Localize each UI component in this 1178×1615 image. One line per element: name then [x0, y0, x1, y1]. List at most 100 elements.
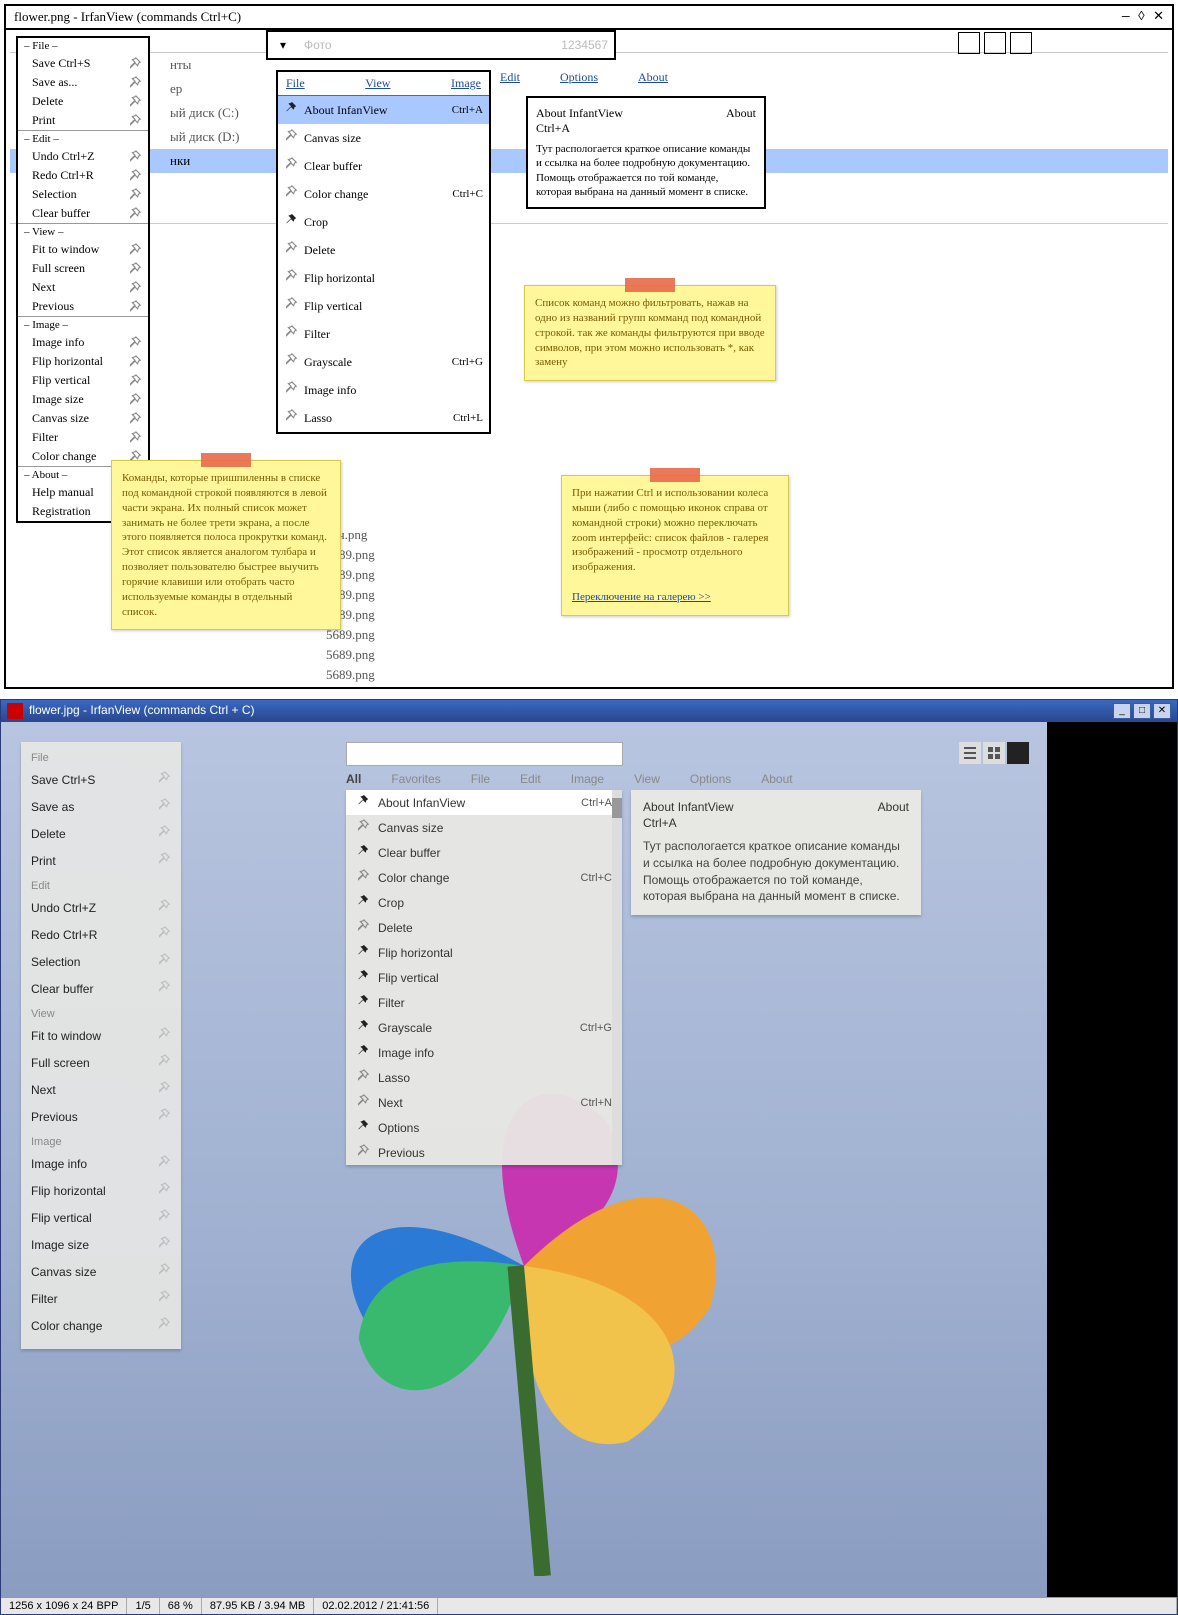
pin-icon[interactable] [157, 771, 171, 788]
command-item[interactable]: Image info [346, 1040, 622, 1065]
sidebar-item[interactable]: Flip horizontal [18, 352, 148, 371]
pin-icon[interactable] [128, 57, 142, 71]
pin-icon[interactable] [356, 844, 370, 861]
sidebar-item[interactable]: Delete [18, 92, 148, 111]
pin-icon[interactable] [157, 980, 171, 997]
pin-icon[interactable] [128, 262, 142, 276]
view-grid-icon[interactable] [983, 742, 1005, 764]
pin-icon[interactable] [284, 381, 298, 399]
command-item[interactable]: Flip horizontal [346, 940, 622, 965]
pin-icon[interactable] [284, 297, 298, 315]
sidebar-item[interactable]: Canvas size [18, 409, 148, 428]
pin-icon[interactable] [128, 412, 142, 426]
sidebar-item[interactable]: Save as [21, 793, 181, 820]
mock-view-mode-icons[interactable] [958, 32, 1032, 54]
sidebar-item[interactable]: Clear buffer [21, 975, 181, 1002]
tab[interactable]: Favorites [391, 772, 440, 786]
pin-icon[interactable] [128, 95, 142, 109]
tab[interactable]: Image [571, 772, 604, 786]
command-item[interactable]: About InfanViewCtrl+A [346, 790, 622, 815]
tab[interactable]: About [638, 70, 668, 85]
command-tabs[interactable]: FileViewImage [278, 72, 489, 96]
command-item[interactable]: Clear buffer [346, 840, 622, 865]
pin-icon[interactable] [356, 994, 370, 1011]
pin-icon[interactable] [284, 325, 298, 343]
pin-icon[interactable] [157, 953, 171, 970]
window-controls[interactable]: — ◊ ✕ [1122, 9, 1164, 25]
scrollbar[interactable] [612, 790, 622, 1165]
view-list-icon[interactable] [958, 32, 980, 54]
close-button[interactable]: ✕ [1153, 703, 1171, 719]
command-item[interactable]: LassoCtrl+L [278, 404, 489, 432]
tab[interactable]: Image [451, 76, 481, 91]
command-item[interactable]: Clear buffer [278, 152, 489, 180]
pin-icon[interactable] [284, 241, 298, 259]
sidebar-item[interactable]: Previous [21, 1103, 181, 1130]
pin-icon[interactable] [157, 899, 171, 916]
command-item[interactable]: Options [346, 1115, 622, 1140]
pin-icon[interactable] [157, 1027, 171, 1044]
sidebar-item[interactable]: Full screen [21, 1049, 181, 1076]
view-mode-switcher[interactable] [959, 742, 1029, 764]
tab[interactable]: View [365, 76, 390, 91]
sidebar-item[interactable]: Save Ctrl+S [21, 766, 181, 793]
sticky-zoom-link[interactable]: Переключение на галерею >> [572, 591, 711, 603]
view-list-icon[interactable] [959, 742, 981, 764]
pin-icon[interactable] [284, 213, 298, 231]
pin-icon[interactable] [356, 969, 370, 986]
pin-icon[interactable] [356, 894, 370, 911]
pin-icon[interactable] [157, 926, 171, 943]
sidebar-item[interactable]: Previous [18, 297, 148, 316]
pin-icon[interactable] [128, 393, 142, 407]
command-item[interactable]: Flip horizontal [278, 264, 489, 292]
sidebar-item[interactable]: Selection [21, 948, 181, 975]
pin-icon[interactable] [356, 1069, 370, 1086]
sidebar-item[interactable]: Color change [21, 1312, 181, 1339]
sidebar-item[interactable]: Image info [21, 1150, 181, 1177]
command-item[interactable]: Canvas size [278, 124, 489, 152]
tab[interactable]: View [634, 772, 660, 786]
pin-icon[interactable] [157, 1108, 171, 1125]
pin-icon[interactable] [157, 1155, 171, 1172]
sidebar-item[interactable]: Save as... [18, 73, 148, 92]
command-item[interactable]: Crop [346, 890, 622, 915]
command-item[interactable]: GrayscaleCtrl+G [278, 348, 489, 376]
command-item[interactable]: Color changeCtrl+C [346, 865, 622, 890]
sidebar-item[interactable]: Fit to window [18, 240, 148, 259]
sidebar-item[interactable]: Fit to window [21, 1022, 181, 1049]
tab[interactable]: All [346, 772, 361, 786]
sidebar-item[interactable]: Clear buffer [18, 204, 148, 223]
pin-icon[interactable] [284, 157, 298, 175]
titlebar[interactable]: flower.jpg - IrfanView (commands Ctrl + … [1, 700, 1177, 722]
tab[interactable]: File [471, 772, 490, 786]
pin-icon[interactable] [128, 188, 142, 202]
sidebar-item[interactable]: Flip vertical [21, 1204, 181, 1231]
pin-icon[interactable] [128, 281, 142, 295]
pin-icon[interactable] [356, 919, 370, 936]
sidebar-item[interactable]: Delete [21, 820, 181, 847]
command-item[interactable]: GrayscaleCtrl+G [346, 1015, 622, 1040]
sidebar-item[interactable]: Next [18, 278, 148, 297]
pin-icon[interactable] [128, 355, 142, 369]
pin-icon[interactable] [284, 129, 298, 147]
command-item[interactable]: NextCtrl+N [346, 1090, 622, 1115]
command-item[interactable]: Filter [278, 320, 489, 348]
sidebar-item[interactable]: Print [18, 111, 148, 130]
pin-icon[interactable] [284, 269, 298, 287]
pin-icon[interactable] [157, 1290, 171, 1307]
pin-icon[interactable] [128, 207, 142, 221]
pin-icon[interactable] [128, 114, 142, 128]
pin-icon[interactable] [284, 101, 298, 119]
pin-icon[interactable] [284, 185, 298, 203]
command-tabs-extra[interactable]: EditOptionsAbout [500, 70, 668, 85]
command-item[interactable]: Lasso [346, 1065, 622, 1090]
pin-icon[interactable] [157, 825, 171, 842]
pin-icon[interactable] [356, 819, 370, 836]
sidebar-item[interactable]: Undo Ctrl+Z [21, 894, 181, 921]
pin-icon[interactable] [128, 76, 142, 90]
tab[interactable]: About [761, 772, 792, 786]
sidebar-item[interactable]: Image size [21, 1231, 181, 1258]
pin-icon[interactable] [157, 1263, 171, 1280]
pin-icon[interactable] [157, 1236, 171, 1253]
sidebar-item[interactable]: Save Ctrl+S [18, 54, 148, 73]
